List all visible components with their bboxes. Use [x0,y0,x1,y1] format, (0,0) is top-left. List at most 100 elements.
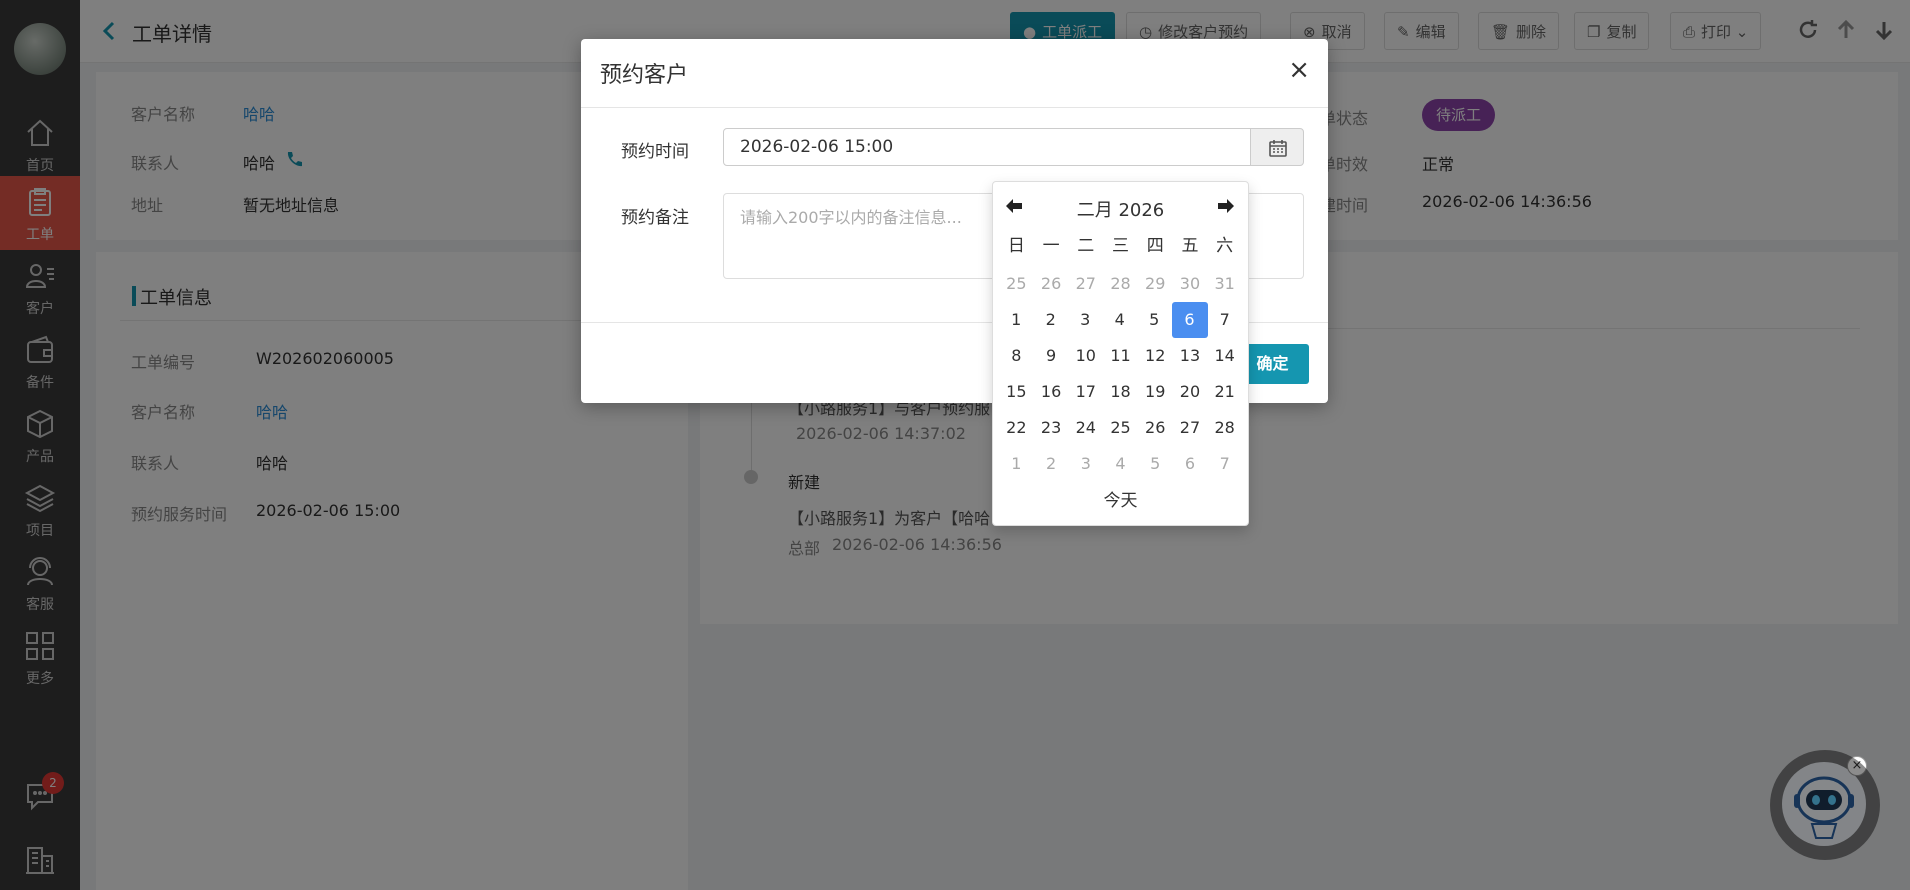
day-cell[interactable]: 10 [1068,338,1103,374]
day-cell[interactable]: 24 [1068,410,1103,446]
day-number: 8 [1011,346,1022,365]
day-number: 6 [1171,302,1208,338]
day-cell[interactable]: 13 [1173,338,1208,374]
day-cell[interactable]: 6 [1173,446,1208,482]
day-cell[interactable]: 26 [1138,410,1173,446]
day-cell[interactable]: 4 [1103,446,1138,482]
day-number: 6 [1184,454,1196,473]
day-cell[interactable]: 5 [1138,446,1173,482]
day-number: 3 [1080,310,1091,329]
close-icon[interactable]: × [1288,57,1310,83]
day-cell[interactable]: 1 [999,446,1034,482]
day-cell[interactable]: 20 [1173,374,1208,410]
day-number: 31 [1214,274,1235,293]
day-number: 22 [1006,418,1027,437]
calendar-button[interactable] [1250,128,1304,166]
weekday-label: 六 [1216,236,1234,256]
week-row: 12 3 4567 [999,302,1242,338]
day-cell[interactable]: 27 [1068,266,1103,302]
day-cell[interactable]: 28 [1103,266,1138,302]
week-row: 123 4 5 6 7 [999,446,1242,482]
weekday-label: 日 [1007,236,1025,256]
day-number: 3 [1080,454,1091,473]
week-row: 25 26 27 28 29 30 31 [999,266,1242,302]
day-cell[interactable]: 4 [1103,302,1138,338]
day-cell[interactable]: 29 [1138,266,1173,302]
day-cell[interactable]: 7 [1207,446,1242,482]
day-cell[interactable]: 27 [1173,410,1208,446]
day-cell[interactable]: 15 [999,374,1034,410]
day-cell[interactable]: 19 [1138,374,1173,410]
day-number: 7 [1219,310,1230,329]
day-number: 5 [1150,454,1161,473]
selected-day[interactable]: 6 [1171,302,1208,338]
datepicker-days: 25 26 27 28 29 30 31 1 2 3 4 5 6 7 8 9 10 11 12 13 14 15 16 17 1… [999,266,1242,482]
day-cell[interactable]: 30 [1173,266,1208,302]
appointment-remark-label: 预约备注 [621,208,689,228]
weekday-label: 二 [1077,236,1095,256]
day-number: 20 [1179,382,1201,401]
week-row: 8 9 10 11 12 13 14 [999,338,1242,374]
day-number: 29 [1145,274,1166,293]
day-number: 16 [1040,382,1062,401]
day-cell[interactable]: 14 [1207,338,1242,374]
day-number: 4 [1115,454,1126,473]
day-number: 28 [1110,274,1131,293]
day-cell[interactable]: 11 [1103,338,1138,374]
day-cell[interactable]: 17 [1068,374,1103,410]
divider [581,107,1328,108]
robot-close-icon[interactable]: × [1847,756,1867,776]
day-number: 7 [1219,454,1230,473]
modal-title: 预约客户 [600,63,689,88]
day-cell[interactable]: 16 [1034,374,1069,410]
day-number: 15 [1006,382,1027,401]
day-number: 2 [1045,310,1056,329]
day-cell[interactable]: 3 [1068,302,1103,338]
day-cell[interactable]: 12 [1138,338,1173,374]
day-cell[interactable]: 23 [1034,410,1069,446]
day-number: 4 [1114,310,1125,329]
weekday-label: 四 [1146,236,1164,256]
datepicker-grid: 日 一 二 三 四 五 六 25 26 27 28 29 30 31 1 2 3 4 5 6 7 8 9 10 1… [999,230,1242,482]
arrow-right-icon[interactable] [1216,196,1236,216]
day-cell[interactable]: 5 [1137,302,1172,338]
today-button[interactable]: 今天 [993,486,1248,511]
day-cell[interactable]: 31 [1207,266,1242,302]
appointment-time-label: 预约时间 [621,142,689,162]
day-cell[interactable]: 25 [999,266,1034,302]
day-number: 14 [1214,346,1235,365]
day-number: 24 [1075,418,1096,437]
day-cell[interactable]: 2 [1034,302,1069,338]
day-number: 9 [1045,346,1057,365]
day-cell[interactable]: 22 [999,410,1034,446]
appointment-time-input[interactable]: 2026-02-06 15:00 [723,128,1251,166]
day-number: 18 [1110,382,1131,401]
day-cell[interactable]: 9 [1034,338,1069,374]
day-cell[interactable]: 21 [1207,374,1242,410]
day-number: 28 [1214,418,1235,437]
day-cell[interactable]: 3 [1068,446,1103,482]
datepicker-title[interactable]: 二月 2026 [993,196,1248,222]
day-number: 26 [1145,418,1166,437]
day-cell[interactable]: 26 [1034,266,1069,302]
day-cell[interactable]: 8 [999,338,1034,374]
day-number: 23 [1040,418,1062,437]
day-cell[interactable]: 2 [1034,446,1069,482]
day-number: 10 [1075,346,1096,365]
calendar-icon [1269,140,1287,157]
day-number: 21 [1214,382,1235,401]
day-number: 30 [1179,274,1201,293]
day-number: 11 [1110,346,1131,365]
weekday-label: 三 [1112,236,1130,256]
day-number: 12 [1145,346,1166,365]
day-number: 13 [1179,346,1201,365]
day-cell[interactable]: 25 [1103,410,1138,446]
day-number: 27 [1179,418,1201,437]
day-cell[interactable]: 7 [1208,302,1243,338]
day-number: 19 [1145,382,1166,401]
day-cell[interactable]: 28 [1207,410,1242,446]
day-number: 27 [1075,274,1096,293]
day-cell[interactable]: 18 [1103,374,1138,410]
weekday-row: 日 一 二 三 四 五 六 [999,230,1242,266]
day-cell[interactable]: 1 [999,302,1034,338]
